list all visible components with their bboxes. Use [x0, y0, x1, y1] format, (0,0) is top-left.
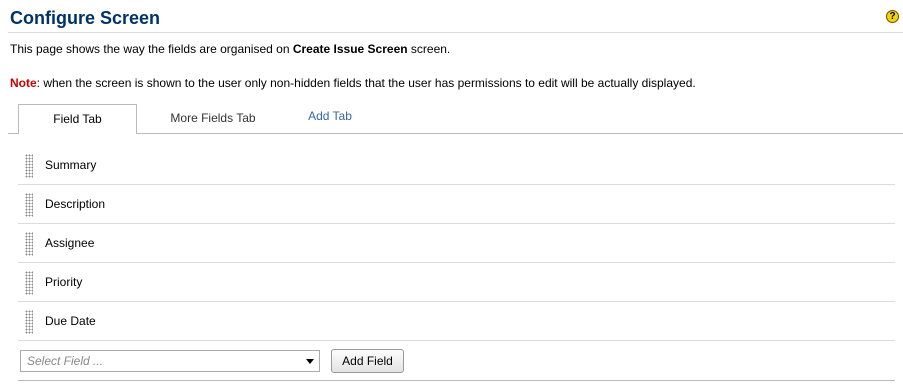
screen-name: Create Issue Screen	[292, 42, 408, 56]
select-field-placeholder: Select Field ...	[27, 354, 104, 368]
drag-handle-icon[interactable]	[25, 271, 33, 295]
field-label: Due Date	[45, 314, 96, 328]
add-field-button[interactable]: Add Field	[331, 349, 404, 373]
field-row[interactable]: Summary	[18, 147, 895, 185]
note-label: Note	[10, 76, 37, 90]
field-row[interactable]: Due Date	[18, 303, 895, 341]
note-text: : when the screen is shown to the user o…	[36, 76, 696, 90]
field-row[interactable]: Description	[18, 186, 895, 224]
drag-handle-icon[interactable]	[25, 310, 33, 334]
field-row[interactable]: Priority	[18, 264, 895, 302]
help-icon[interactable]: ?	[886, 10, 899, 23]
page-description: This page shows the way the fields are o…	[10, 42, 450, 56]
chevron-down-icon	[306, 359, 314, 364]
field-label: Priority	[45, 275, 83, 289]
bottom-divider	[18, 380, 895, 381]
title-divider	[8, 32, 903, 33]
select-field-dropdown[interactable]: Select Field ...	[20, 350, 320, 372]
note-message: Note: when the screen is shown to the us…	[10, 76, 696, 90]
description-prefix: This page shows the way the fields are o…	[10, 42, 293, 56]
tab-field[interactable]: Field Tab	[18, 104, 137, 134]
page-title: Configure Screen	[10, 8, 161, 28]
description-suffix: screen.	[407, 42, 451, 56]
field-label: Assignee	[45, 236, 95, 250]
field-label: Description	[45, 197, 106, 211]
add-tab-link[interactable]: Add Tab	[295, 102, 365, 131]
drag-handle-icon[interactable]	[25, 154, 33, 178]
field-row[interactable]: Assignee	[18, 225, 895, 263]
drag-handle-icon[interactable]	[25, 232, 33, 256]
tabs-baseline	[8, 133, 903, 134]
drag-handle-icon[interactable]	[25, 193, 33, 217]
field-label: Summary	[45, 158, 97, 172]
tab-more-fields[interactable]: More Fields Tab	[152, 104, 274, 133]
